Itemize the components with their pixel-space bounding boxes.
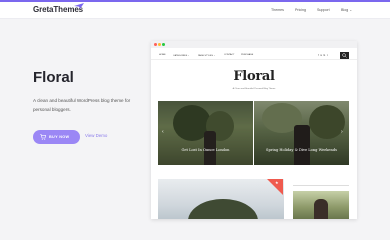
hero-description: A clean and beautiful WordPress blog the… [33,98,131,112]
social-icons[interactable]: f ♥ G t [318,54,328,57]
slide-1[interactable]: Get Lost In Ounce London [158,101,253,165]
site-header: GretaThemes Themes Pricing Support Blog … [0,2,390,19]
slide-1-caption: Get Lost In Ounce London [181,148,230,152]
minimize-dot-icon [158,43,161,46]
search-icon [342,53,347,58]
preview-nav-categories[interactable]: CATEGORIES ⌄ [173,54,190,57]
hero-title: Floral [33,69,74,86]
browser-chrome [151,41,357,48]
cart-icon [40,134,46,140]
slide-2[interactable]: Spring Holiday & Dive Long Weekends [254,101,349,165]
preview-nav-home[interactable]: HOME [159,54,166,56]
theme-preview[interactable]: HOME CATEGORIES ⌄ PAGE STYLES ⌄ CONTACT … [151,41,357,219]
nav-themes[interactable]: Themes [271,8,284,12]
view-demo-link[interactable]: View Demo [85,133,107,138]
preview-nav-page-styles[interactable]: PAGE STYLES ⌄ [198,54,215,57]
post-thumbnail[interactable] [158,179,284,219]
slide-2-caption: Spring Holiday & Dive Long Weekends [266,148,337,152]
preview-nav-purchase[interactable]: PURCHASE [241,54,253,56]
close-dot-icon [154,43,157,46]
slider-next-arrow-icon[interactable]: › [341,129,343,135]
preview-site-title: Floral [233,69,275,84]
nav-blog[interactable]: Blog ⌄ [341,8,352,12]
nav-pricing[interactable]: Pricing [295,8,306,12]
slider-prev-arrow-icon[interactable]: ‹ [162,129,164,135]
buy-now-button[interactable]: BUY NOW [33,130,80,144]
preview-tagline: A Clean and Beautiful Personal Blog Them… [232,88,276,90]
widget-title: ABOUT ME [293,180,349,194]
maximize-dot-icon [162,43,165,46]
preview-nav-contact[interactable]: CONTACT [224,54,234,56]
preview-nav: HOME CATEGORIES ⌄ PAGE STYLES ⌄ CONTACT … [151,51,357,60]
preview-slider: Get Lost In Ounce London Spring Holiday … [158,101,349,165]
preview-search-button[interactable] [340,52,349,59]
star-icon: ★ [275,180,279,185]
widget-image [293,191,349,219]
buy-now-label: BUY NOW [49,135,70,139]
nav-support[interactable]: Support [317,8,330,12]
paper-plane-icon [74,3,84,9]
